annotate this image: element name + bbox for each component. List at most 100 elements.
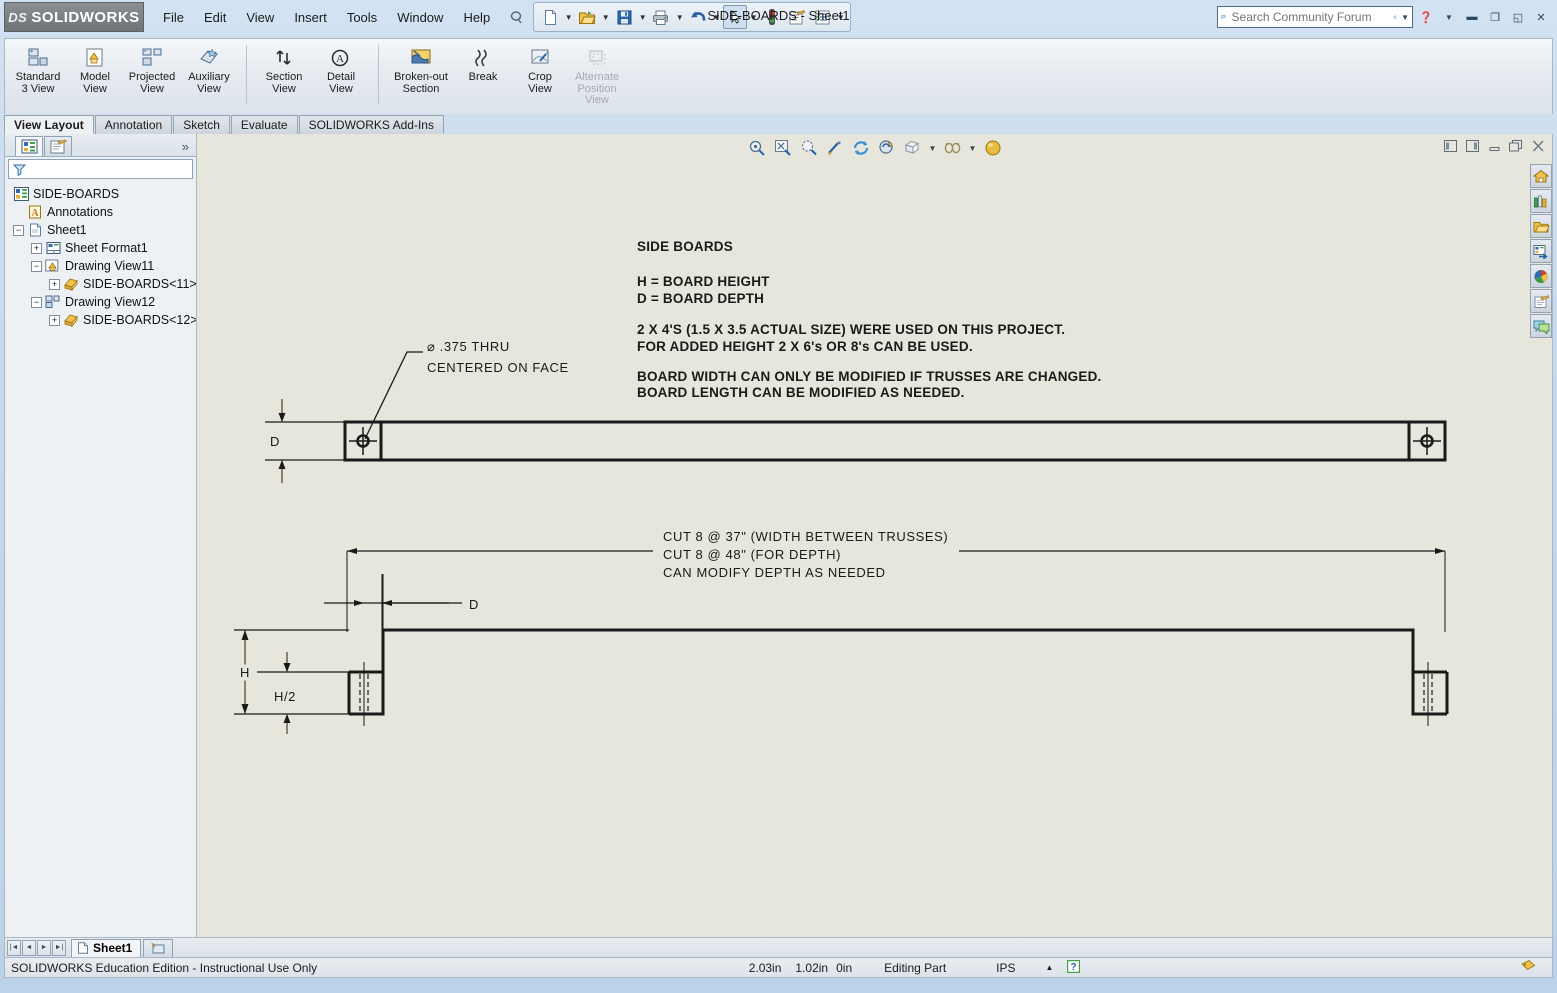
custom-properties-icon[interactable] [1530, 289, 1552, 313]
feature-manager-tab[interactable] [15, 136, 43, 156]
print-dropdown-icon[interactable]: ▼ [674, 5, 685, 29]
file-explorer-icon[interactable] [1530, 214, 1552, 238]
drawing-sheet[interactable]: SIDE BOARDS H = BOARD HEIGHT D = BOARD D… [197, 134, 1536, 934]
rebuild-traffic-light-icon[interactable] [760, 5, 784, 29]
print-icon[interactable] [649, 5, 673, 29]
hole-callout[interactable]: ⌀ .375 THRU CENTERED ON FACE [364, 339, 569, 440]
menu-help[interactable]: Help [454, 6, 499, 29]
menu-file[interactable]: File [154, 6, 193, 29]
menu-view[interactable]: View [237, 6, 283, 29]
help-question-icon[interactable]: ❓ [1416, 8, 1436, 26]
last-sheet-icon[interactable]: ►| [52, 939, 66, 956]
undo-dropdown-icon[interactable]: ▼ [711, 5, 722, 29]
dimension-H-half[interactable]: H/2 [257, 652, 349, 734]
search-dropdown-icon[interactable]: ▼ [1401, 13, 1409, 22]
drawing-view-11[interactable]: ⌀ .375 THRU CENTERED ON FACE D [265, 339, 1447, 483]
save-icon[interactable] [612, 5, 636, 29]
design-library-icon[interactable] [1530, 189, 1552, 213]
ribbon-group-modify: Broken-out Section Break Crop View Alterna… [383, 39, 630, 114]
tree-item-sheet1[interactable]: − Sheet1 [11, 221, 196, 239]
graphics-area[interactable]: ▼ ▼ SIDE BOARDS H = BOARD HEIGHT D = BOA… [197, 134, 1552, 937]
tree-item-side-boards[interactable]: SIDE-BOARDS [11, 185, 196, 203]
notes-block[interactable]: SIDE BOARDS H = BOARD HEIGHT D = BOARD D… [637, 239, 1101, 400]
filter-bar[interactable] [8, 159, 193, 179]
view-palette-icon[interactable] [1530, 239, 1552, 263]
command-manager-tabs: View Layout Annotation Sketch Evaluate S… [4, 114, 1553, 134]
tree-item-drawing-view11[interactable]: − Drawing View11 [11, 257, 196, 275]
appearances-scenes-icon[interactable] [1530, 264, 1552, 288]
menu-window[interactable]: Window [388, 6, 452, 29]
section-view-button[interactable]: Section View [256, 43, 312, 98]
help-dropdown-icon[interactable]: ▼ [1439, 8, 1459, 26]
first-sheet-icon[interactable]: |◄ [7, 939, 21, 956]
dimension-overall-length[interactable]: CUT 8 @ 37" (WIDTH BETWEEN TRUSSES) CUT … [346, 529, 1446, 632]
standard-3-view-button[interactable]: Standard 3 View [10, 43, 66, 98]
tree-item-drawing-view12[interactable]: − Drawing View12 [11, 293, 196, 311]
detail-view-button[interactable]: A Detail View [313, 43, 369, 98]
tag-icon[interactable] [1508, 959, 1548, 976]
new-document-icon[interactable] [538, 5, 562, 29]
drawing-view-12[interactable]: CUT 8 @ 37" (WIDTH BETWEEN TRUSSES) CUT … [234, 529, 1449, 734]
dimension-D-top[interactable]: D [265, 399, 345, 483]
collapse-toggle-sheet1[interactable]: − [13, 224, 24, 236]
status-units[interactable]: IPS [974, 961, 1037, 975]
tree-item-sheet-format1[interactable]: + Sheet Format1 [11, 239, 196, 257]
chevron-double-right-icon[interactable]: » [182, 139, 196, 156]
tree-item-side-boards-12[interactable]: + SIDE-BOARDS<12> [11, 311, 196, 329]
task-pane [1530, 162, 1552, 338]
tab-sketch[interactable]: Sketch [173, 115, 230, 134]
solidworks-resources-icon[interactable] [1530, 164, 1552, 188]
options-dropdown-icon[interactable]: ▼ [835, 5, 846, 29]
collapse-toggle-drawing-view12[interactable]: − [31, 296, 42, 308]
save-dropdown-icon[interactable]: ▼ [637, 5, 648, 29]
pushpin-icon[interactable] [505, 6, 527, 28]
search-community-forum[interactable]: ▼ [1217, 6, 1413, 28]
add-sheet-icon[interactable] [143, 938, 174, 957]
tab-view-layout[interactable]: View Layout [4, 115, 94, 134]
hole-center-mark-right [1413, 427, 1441, 455]
tree-item-annotations[interactable]: A Annotations [11, 203, 196, 221]
sheet-format-icon [45, 240, 61, 256]
sheet-tab-sheet1[interactable]: Sheet1 [71, 938, 142, 957]
open-document-dropdown-icon[interactable]: ▼ [600, 5, 611, 29]
search-input[interactable] [1229, 9, 1389, 25]
crop-view-button[interactable]: Crop View [512, 43, 568, 98]
open-document-icon[interactable] [575, 5, 599, 29]
menu-edit[interactable]: Edit [195, 6, 235, 29]
drawing-view-proj-icon [45, 294, 61, 310]
maximize-icon[interactable]: ◱ [1508, 8, 1528, 26]
collapse-toggle-drawing-view11[interactable]: − [31, 260, 42, 272]
alternate-position-view-button[interactable]: Alternate Position View [569, 43, 625, 110]
projected-view-button[interactable]: Projected View [124, 43, 180, 98]
tab-annotation[interactable]: Annotation [94, 115, 173, 134]
expand-up-icon[interactable]: ▲ [1038, 963, 1062, 972]
menu-insert[interactable]: Insert [285, 6, 336, 29]
model-view-button[interactable]: Model View [67, 43, 123, 98]
restore-icon[interactable]: ❐ [1485, 8, 1505, 26]
tab-evaluate[interactable]: Evaluate [230, 115, 298, 134]
solidworks-forum-icon[interactable] [1530, 314, 1552, 338]
break-button[interactable]: Break [455, 43, 511, 87]
broken-out-section-label-1: Broken-out [394, 71, 448, 83]
property-manager-tab[interactable] [44, 136, 72, 156]
options-icon[interactable] [810, 5, 834, 29]
undo-icon[interactable] [686, 5, 710, 29]
tree-item-side-boards-11[interactable]: + SIDE-BOARDS<11> [11, 275, 196, 293]
select-dropdown-icon[interactable]: ▼ [748, 5, 759, 29]
tab-solidworks-addins[interactable]: SOLIDWORKS Add-Ins [298, 115, 444, 134]
previous-sheet-icon[interactable]: ◄ [22, 939, 36, 956]
close-icon[interactable]: ✕ [1531, 8, 1551, 26]
auxiliary-view-button[interactable]: Auxiliary View [181, 43, 237, 98]
expand-toggle-sheet-format1[interactable]: + [31, 242, 42, 254]
broken-out-section-button[interactable]: Broken-out Section [388, 43, 454, 98]
help-badge-icon[interactable]: ? [1061, 959, 1086, 976]
minimize-icon[interactable]: ▬ [1462, 8, 1482, 26]
next-sheet-icon[interactable]: ► [37, 939, 51, 956]
menu-tools[interactable]: Tools [338, 6, 386, 29]
expand-toggle-side-boards-12[interactable]: + [49, 314, 60, 326]
expand-toggle-side-boards-11[interactable]: + [49, 278, 60, 290]
drawing-sheet-properties-icon[interactable] [785, 5, 809, 29]
new-document-dropdown-icon[interactable]: ▼ [563, 5, 574, 29]
select-arrow-icon[interactable] [723, 5, 748, 29]
auxiliary-view-icon [197, 46, 221, 70]
